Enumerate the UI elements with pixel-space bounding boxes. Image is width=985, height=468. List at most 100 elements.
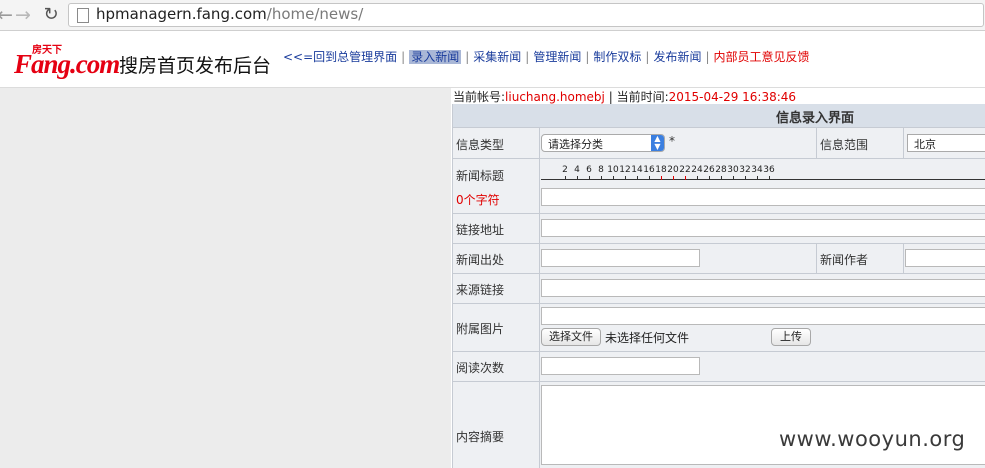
site-title: 搜房首页发布后台 xyxy=(119,55,272,77)
ruler-tick xyxy=(601,176,602,180)
ruler-number: 14 xyxy=(631,165,643,175)
news-source-label: 新闻出处 xyxy=(456,253,505,267)
account-separator: | xyxy=(604,90,617,104)
ruler-tick xyxy=(613,176,614,180)
browser-toolbar: ← → ↻ hpmanagern.fang.com/home/news/ xyxy=(0,0,985,31)
ruler-tick xyxy=(709,176,710,180)
ruler-number: 12 xyxy=(619,165,631,175)
read-count-input[interactable] xyxy=(541,357,700,375)
top-nav: <<=回到总管理界面 | 录入新闻 | 采集新闻 | 管理新闻 | 制作双标 | 发布新闻 | 内部员工… xyxy=(283,50,810,64)
ruler-tick xyxy=(721,176,722,180)
form-title: 信息录入界面 xyxy=(776,111,855,126)
choose-file-button[interactable]: 选择文件 xyxy=(541,328,601,346)
row-source-author: 新闻出处 新闻作者 xyxy=(453,244,985,274)
news-entry-form: 信息录入界面 信息类型 请选择分类 ▲ ▼ * 信息范围 北京 新闻标题 0个字符… xyxy=(452,104,985,468)
ruler-number: 20 xyxy=(667,165,679,175)
ruler-number: 32 xyxy=(739,165,751,175)
read-count-label: 阅读次数 xyxy=(456,361,505,375)
ruler-tick xyxy=(661,176,662,180)
source-link-input[interactable] xyxy=(541,279,985,297)
nav-collect-news[interactable]: 采集新闻 xyxy=(473,50,521,64)
info-type-select[interactable]: 请选择分类 ▲ ▼ xyxy=(541,134,665,152)
page-icon xyxy=(77,8,89,23)
ruler-number: 2 xyxy=(562,165,568,175)
row-summary: 内容摘要 xyxy=(453,382,985,468)
no-file-chosen-text: 未选择任何文件 xyxy=(605,331,690,345)
ruler-tick xyxy=(757,176,758,180)
nav-back-to-admin[interactable]: <<=回到总管理界面 xyxy=(283,50,397,64)
nav-enter-news[interactable]: 录入新闻 xyxy=(409,50,462,64)
ruler-tick xyxy=(649,176,650,180)
ruler-number: 30 xyxy=(727,165,739,175)
ruler-number: 26 xyxy=(703,165,715,175)
ruler-tick xyxy=(733,176,734,180)
info-scope-value: 北京 xyxy=(914,138,936,151)
left-pane xyxy=(0,88,451,468)
row-info-type: 信息类型 请选择分类 ▲ ▼ * 信息范围 北京 xyxy=(453,128,985,159)
ruler-tick xyxy=(685,176,686,180)
nav-manage-news[interactable]: 管理新闻 xyxy=(533,50,581,64)
row-link-url: 链接地址 xyxy=(453,214,985,244)
ruler-tick xyxy=(577,176,578,180)
source-link-label: 来源链接 xyxy=(456,283,505,297)
nav-feedback[interactable]: 内部员工意见反馈 xyxy=(714,50,810,64)
info-scope-label: 信息范围 xyxy=(820,138,869,152)
news-author-input[interactable] xyxy=(905,249,985,267)
ruler-number: 16 xyxy=(643,165,655,175)
site-header: 房天下 Fang.com 搜房首页发布后台 <<=回到总管理界面 | 录入新闻 | 采集… xyxy=(0,31,985,88)
ruler-number: 18 xyxy=(655,165,667,175)
char-count: 0个字符 xyxy=(456,193,500,207)
character-ruler: 2 4 6 8 10 12 14 16 18 20 22 24 26 28 30 32 34 36 xyxy=(541,163,985,185)
ruler-tick xyxy=(565,176,566,180)
select-arrow-icon: ▲ ▼ xyxy=(651,135,664,151)
row-news-title: 新闻标题 0个字符 2 4 6 8 10 12 14 16 18 20 22 24 26 28 30 32 34… xyxy=(453,159,985,214)
attached-image-label: 附属图片 xyxy=(456,322,505,336)
ruler-tick xyxy=(589,176,590,180)
nav-publish-news[interactable]: 发布新闻 xyxy=(653,50,701,64)
reload-icon[interactable]: ↻ xyxy=(40,4,62,26)
news-title-label: 新闻标题 xyxy=(456,169,505,183)
link-url-label: 链接地址 xyxy=(456,223,505,237)
current-time: 2015-04-29 16:38:46 xyxy=(668,90,797,104)
ruler-tick xyxy=(637,176,638,180)
ruler-tick xyxy=(673,176,674,180)
url-path: /home/news/ xyxy=(266,5,364,23)
ruler-number: 28 xyxy=(715,165,727,175)
ruler-number: 36 xyxy=(763,165,775,175)
upload-button[interactable]: 上传 xyxy=(771,328,811,346)
ruler-number: 10 xyxy=(607,165,619,175)
link-url-input[interactable] xyxy=(541,219,985,237)
ruler-tick xyxy=(745,176,746,180)
watermark: www.wooyun.org xyxy=(779,427,966,451)
ruler-number: 24 xyxy=(691,165,703,175)
ruler-number: 34 xyxy=(751,165,763,175)
info-type-value: 请选择分类 xyxy=(548,138,603,151)
account-username: liuchang.homebj xyxy=(505,90,605,104)
info-type-label: 信息类型 xyxy=(456,138,505,152)
ruler-tick xyxy=(625,176,626,180)
required-mark: * xyxy=(669,134,675,148)
summary-textarea[interactable] xyxy=(541,385,985,465)
time-label: 当前时间: xyxy=(616,90,669,104)
nav-make-double-title[interactable]: 制作双标 xyxy=(593,50,641,64)
summary-label: 内容摘要 xyxy=(456,430,505,444)
news-title-input[interactable] xyxy=(541,188,985,206)
forward-arrow-icon[interactable]: → xyxy=(12,4,34,26)
image-path-input[interactable] xyxy=(541,307,985,325)
address-bar[interactable]: hpmanagern.fang.com/home/news/ xyxy=(68,3,984,27)
account-label: 当前帐号: xyxy=(453,90,506,104)
news-source-input[interactable] xyxy=(541,249,700,267)
logo-main-text: Fang.com xyxy=(14,49,120,79)
url-text: hpmanagern.fang.com/home/news/ xyxy=(96,5,363,23)
row-attached-image: 附属图片 选择文件 未选择任何文件 上传 xyxy=(453,304,985,352)
account-info: 当前帐号:liuchang.homebj | 当前时间:2015-04-29 1… xyxy=(453,88,796,105)
ruler-number: 8 xyxy=(598,165,604,175)
row-read-count: 阅读次数 xyxy=(453,352,985,382)
url-host: hpmanagern.fang.com xyxy=(96,5,267,23)
ruler-tick xyxy=(697,176,698,180)
row-source-link: 来源链接 xyxy=(453,274,985,304)
ruler-number: 6 xyxy=(586,165,592,175)
ruler-number: 4 xyxy=(574,165,580,175)
form-title-bar: 信息录入界面 xyxy=(453,104,985,128)
info-scope-select[interactable]: 北京 xyxy=(907,134,985,152)
